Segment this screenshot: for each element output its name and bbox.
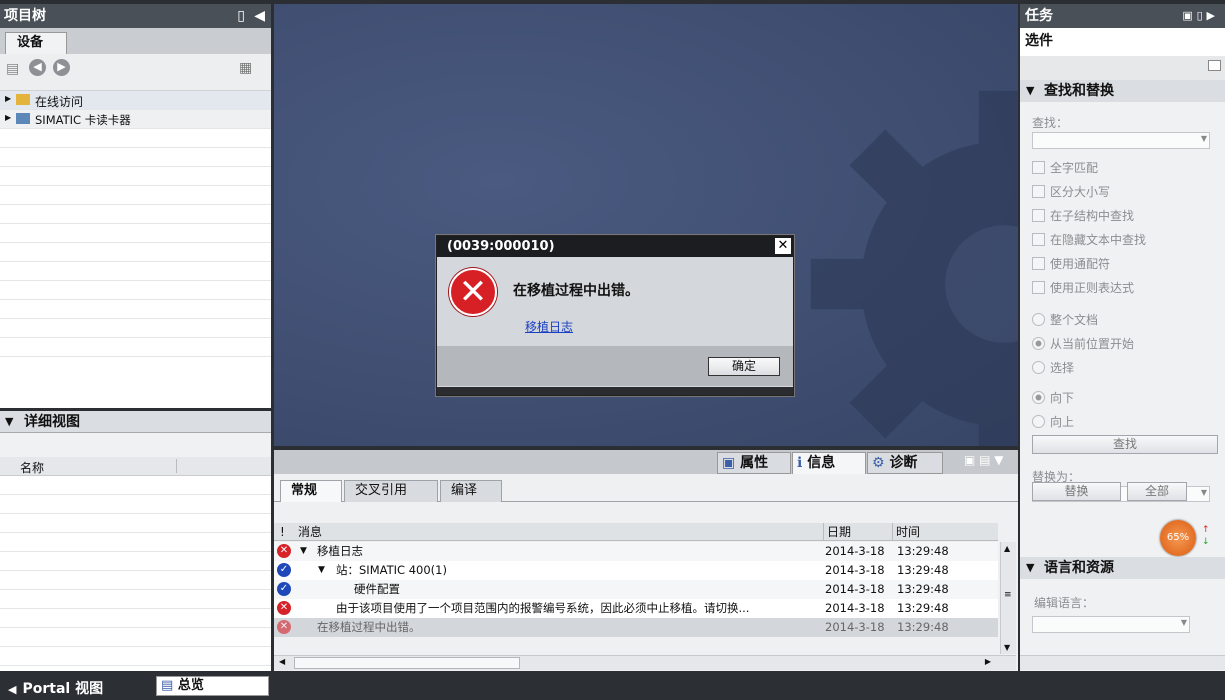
tab-info[interactable]: ℹ 信息 (792, 452, 866, 474)
tab-diagnostics[interactable]: ⚙ 诊断 (867, 452, 943, 474)
ok-button[interactable]: 确定 (708, 357, 780, 376)
radio-from-current[interactable]: 从当前位置开始 (1032, 331, 1225, 355)
find-input[interactable]: ▼ (1032, 132, 1210, 149)
detail-view-panel: ▼ 详细视图 名称 (0, 411, 271, 671)
check-icon: ✓ (277, 582, 291, 596)
find-replace-header[interactable]: ▼ 查找和替换 (1020, 80, 1225, 102)
tab-cross-reference[interactable]: 交叉引用 (344, 480, 438, 502)
progress-badge: 65% (1160, 520, 1196, 556)
col-date[interactable]: 日期 (823, 523, 851, 541)
pin-icon[interactable]: ▣ ▯ ▶ (1182, 4, 1215, 28)
inspector-tabs: 常规 交叉引用 编译 (274, 474, 1018, 502)
horizontal-scrollbar[interactable]: ◀ ▶ (274, 655, 1016, 670)
error-dialog: (0039:000010) ✕ ✕ 在移植过程中出错。 移植日志 确定 (436, 235, 794, 396)
forward-icon[interactable]: ▶ (53, 59, 70, 76)
col-message[interactable]: 消息 (298, 523, 322, 541)
gear-icon (810, 90, 1018, 446)
table-row[interactable]: ✕ 由于该项目使用了一个项目范围内的报警编号系统，因此必须中止移植。请切换...… (274, 599, 998, 618)
replace-all-button[interactable]: 全部 (1127, 482, 1187, 501)
project-tree-title: 项目树 ▯ ◀ (0, 4, 271, 28)
portal-view-button[interactable]: ◀ Portal 视图 (8, 678, 103, 698)
find-button[interactable]: 查找 (1032, 435, 1218, 454)
migration-log-link[interactable]: 移植日志 (525, 318, 573, 335)
properties-icon: ▣ (722, 455, 736, 471)
diagnostics-icon: ⚙ (872, 455, 885, 471)
error-icon: ✕ (449, 268, 497, 316)
replace-button[interactable]: 替换 (1032, 482, 1121, 501)
tree-toolbar: ▤ ◀ ▶ ▦ (0, 54, 271, 90)
radio-up[interactable]: 向上 (1032, 409, 1225, 433)
checkbox-hidden-text[interactable]: 在隐藏文本中查找 (1032, 227, 1225, 251)
window-options-icon[interactable]: ▣ ▤ ▼ (964, 453, 1004, 467)
folder-icon (16, 94, 30, 105)
col-time[interactable]: 时间 (892, 523, 920, 541)
overview-icon: ▤ (161, 678, 174, 693)
status-bar: ◀ Portal 视图 ▤ 总览 (0, 673, 1225, 700)
tree-item-online-access[interactable]: ▶ 在线访问 (0, 91, 271, 110)
error-icon: ✕ (277, 601, 291, 615)
checkbox-substructures[interactable]: 在子结构中查找 (1032, 203, 1225, 227)
radio-down[interactable]: 向下 (1032, 385, 1225, 409)
radio-whole-document[interactable]: 整个文档 (1032, 307, 1225, 331)
up-down-arrows-icon: ↑ ↓ (1202, 525, 1210, 547)
dialog-titlebar: (0039:000010) ✕ (437, 236, 793, 257)
layout-icon[interactable] (1208, 60, 1221, 71)
inspector-top-tabs: ▣ 属性 ℹ 信息 ⚙ 诊断 ▣ ▤ ▼ (274, 450, 1018, 474)
table-row[interactable]: ✓ 硬件配置 2014-3-18 13:29:48 (274, 580, 998, 599)
checkbox-regex[interactable]: 使用正则表达式 (1032, 275, 1225, 299)
overview-tab[interactable]: ▤ 总览 (156, 676, 269, 696)
check-icon: ✓ (277, 563, 291, 577)
tab-devices[interactable]: 设备 (5, 32, 67, 54)
dialog-message: 在移植过程中出错。 (513, 283, 639, 299)
tab-strip: 设备 (0, 28, 271, 54)
inspector-window: ▣ 属性 ℹ 信息 ⚙ 诊断 ▣ ▤ ▼ 常规 交叉引用 编译 ! 消息 日期 … (274, 450, 1018, 671)
error-icon: ✕ (277, 544, 291, 558)
tree-rows: ▶ 在线访问 ▶ SIMATIC 卡读卡器 (0, 90, 271, 357)
tree-item-card-reader[interactable]: ▶ SIMATIC 卡读卡器 (0, 110, 271, 129)
card-reader-icon (16, 113, 30, 124)
checkbox-wildcards[interactable]: 使用通配符 (1032, 251, 1225, 275)
pin-icon[interactable]: ▯ (237, 4, 245, 28)
tab-compile[interactable]: 编译 (440, 480, 502, 502)
tab-properties[interactable]: ▣ 属性 (717, 452, 791, 474)
options-header: 选件 (1020, 28, 1225, 56)
checkbox-whole-word[interactable]: 全字匹配 (1032, 155, 1225, 179)
table-row[interactable]: ✕ ▼ 移植日志 2014-3-18 13:29:48 (274, 542, 998, 561)
project-tree-panel: 项目树 ▯ ◀ 设备 ▤ ◀ ▶ ▦ ▶ 在线访问 ▶ SIMATIC 卡读卡器 (0, 4, 271, 408)
new-item-icon[interactable]: ▤ (6, 61, 19, 77)
chevron-down-icon: ▼ (1026, 84, 1035, 97)
info-icon: ℹ (797, 455, 803, 471)
radio-selection[interactable]: 选择 (1032, 355, 1225, 379)
chevron-down-icon: ▼ (5, 415, 14, 428)
edit-language-select[interactable]: ▼ (1032, 616, 1190, 633)
detail-col-name[interactable]: 名称 (0, 457, 271, 476)
chevron-left-icon: ◀ (8, 683, 17, 696)
tasks-panel: 任务 ▣ ▯ ▶ 选件 ▼ 查找和替换 查找： ▼ 全字匹配 区分大小写 在子结… (1020, 4, 1225, 671)
lang-resources-header[interactable]: ▼ 语言和资源 (1020, 557, 1225, 579)
table-row-selected[interactable]: ✕ 在移植过程中出错。 2014-3-18 13:29:48 (274, 618, 998, 637)
collapse-left-icon[interactable]: ◀ (254, 4, 265, 28)
error-icon: ✕ (277, 620, 291, 634)
checkbox-match-case[interactable]: 区分大小写 (1032, 179, 1225, 203)
chevron-down-icon: ▼ (1026, 561, 1035, 574)
vertical-scrollbar[interactable]: ▲ ≡ ▼ (1000, 542, 1016, 654)
tasks-title: 任务 ▣ ▯ ▶ (1020, 4, 1225, 28)
tasks-hscrollbar[interactable] (1020, 655, 1225, 670)
message-table-header: ! 消息 日期 时间 (274, 523, 998, 541)
properties-icon[interactable]: ▦ (239, 60, 252, 76)
detail-view-header[interactable]: ▼ 详细视图 (0, 411, 271, 433)
back-icon[interactable]: ◀ (29, 59, 46, 76)
tab-general[interactable]: 常规 (280, 480, 342, 502)
close-icon[interactable]: ✕ (775, 238, 791, 254)
table-row[interactable]: ✓ ▼ 站：SIMATIC 400(1) 2014-3-18 13:29:48 (274, 561, 998, 580)
